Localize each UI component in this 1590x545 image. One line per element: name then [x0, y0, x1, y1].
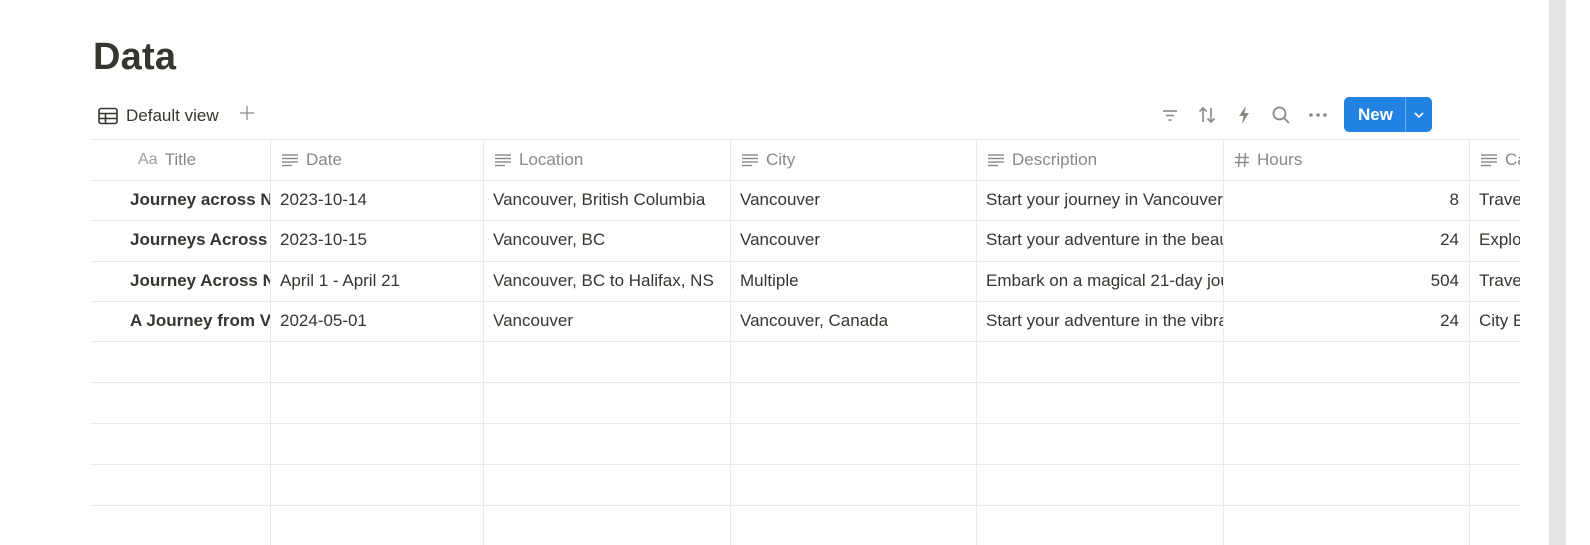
view-tab-label: Default view [126, 106, 219, 125]
database-table: Aa Title Date Location City Description Hours C… [90, 139, 1520, 545]
view-tab-default[interactable]: Default view [98, 101, 219, 131]
table-cell-title[interactable]: Journey across No [130, 180, 270, 220]
table-icon [98, 107, 118, 125]
lightning-icon [1239, 105, 1249, 124]
filter-icon [1163, 109, 1177, 121]
table-cell-categ[interactable]: City Explo [1479, 301, 1520, 341]
row-divider [90, 464, 1520, 465]
table-cell-title[interactable]: Journey Across No [130, 261, 270, 301]
sort-icon [1198, 106, 1216, 123]
row-divider [90, 423, 1520, 424]
table-cell-date[interactable]: 2023-10-15 [280, 220, 483, 260]
column-header-label: Date [306, 149, 342, 169]
row-divider [90, 382, 1520, 383]
column-divider [483, 139, 484, 545]
column-divider [270, 139, 271, 545]
toolbar: New [1158, 97, 1432, 132]
column-header-hours[interactable]: Hours [1234, 139, 1469, 180]
column-header-city[interactable]: City [741, 139, 976, 180]
plus-icon [240, 106, 254, 120]
table-cell-location[interactable]: Vancouver, BC [493, 220, 730, 260]
column-divider [730, 139, 731, 545]
column-header-title[interactable]: Aa Title [138, 139, 270, 180]
new-button-group: New [1344, 97, 1432, 132]
row-divider [90, 341, 1520, 342]
new-button[interactable]: New [1344, 97, 1405, 132]
table-cell-hours[interactable]: 504 [1231, 261, 1459, 301]
table-cell-date[interactable]: 2023-10-14 [280, 180, 483, 220]
table-cell-city[interactable]: Vancouver [740, 180, 976, 220]
table-cell-categ[interactable]: Exploratio [1479, 220, 1520, 260]
table-cell-hours[interactable]: 24 [1231, 220, 1459, 260]
column-divider [1469, 139, 1470, 545]
table-cell-description[interactable]: Start your adventure in the vibra [986, 301, 1223, 341]
page-title: Data [93, 36, 177, 78]
table-cell-date[interactable]: April 1 - April 21 [280, 261, 483, 301]
table-cell-categ[interactable]: Travel Pla [1479, 261, 1520, 301]
search-icon [1272, 106, 1290, 124]
table-cell-title[interactable]: Journeys Across N [130, 220, 270, 260]
text-property-icon [988, 153, 1004, 166]
table-cell-city[interactable]: Vancouver [740, 220, 976, 260]
table-cell-date[interactable]: 2024-05-01 [280, 301, 483, 341]
table-cell-location[interactable]: Vancouver, BC to Halifax, NS [493, 261, 730, 301]
filter-button[interactable] [1158, 103, 1182, 127]
new-options-button[interactable] [1404, 97, 1432, 132]
table-cell-hours[interactable]: 8 [1231, 180, 1459, 220]
column-header-label: Location [519, 149, 584, 169]
column-header-label: Title [164, 149, 197, 169]
row-divider [90, 505, 1520, 506]
text-property-icon [742, 153, 758, 166]
table-cell-description[interactable]: Start your adventure in the beau [986, 220, 1223, 260]
text-property-icon [1481, 153, 1497, 166]
table-cell-title[interactable]: A Journey from Va [130, 301, 270, 341]
search-button[interactable] [1269, 103, 1293, 127]
more-button[interactable] [1306, 103, 1330, 127]
add-view-button[interactable] [238, 104, 256, 122]
column-header-label: Description [1012, 149, 1098, 169]
automation-button[interactable] [1232, 103, 1256, 127]
column-header-description[interactable]: Description [987, 139, 1223, 180]
column-header-location[interactable]: Location [494, 139, 730, 180]
table-cell-city[interactable]: Vancouver, Canada [740, 301, 976, 341]
vertical-scrollbar[interactable] [1549, 0, 1566, 545]
table-cell-hours[interactable]: 24 [1231, 301, 1459, 341]
column-header-date[interactable]: Date [281, 139, 483, 180]
table-cell-location[interactable]: Vancouver [493, 301, 730, 341]
table-cell-description[interactable]: Start your journey in Vancouver [986, 180, 1223, 220]
table-cell-description[interactable]: Embark on a magical 21-day jou [986, 261, 1223, 301]
column-divider [976, 139, 977, 545]
column-header-label: Hours [1257, 149, 1303, 169]
table-cell-categ[interactable]: Travel [1479, 180, 1520, 220]
chevron-down-icon [1414, 111, 1424, 118]
column-header-label: Categ [1505, 149, 1520, 169]
column-header-label: City [766, 149, 796, 169]
text-property-icon [282, 153, 298, 166]
number-property-icon [1235, 152, 1249, 167]
title-property-icon: Aa [138, 150, 158, 168]
column-divider [1223, 139, 1224, 545]
column-header-categ[interactable]: Categ [1480, 139, 1520, 180]
table-cell-location[interactable]: Vancouver, British Columbia [493, 180, 730, 220]
text-property-icon [495, 153, 511, 166]
table-cell-city[interactable]: Multiple [740, 261, 976, 301]
more-icon [1309, 112, 1327, 117]
sort-button[interactable] [1195, 103, 1219, 127]
